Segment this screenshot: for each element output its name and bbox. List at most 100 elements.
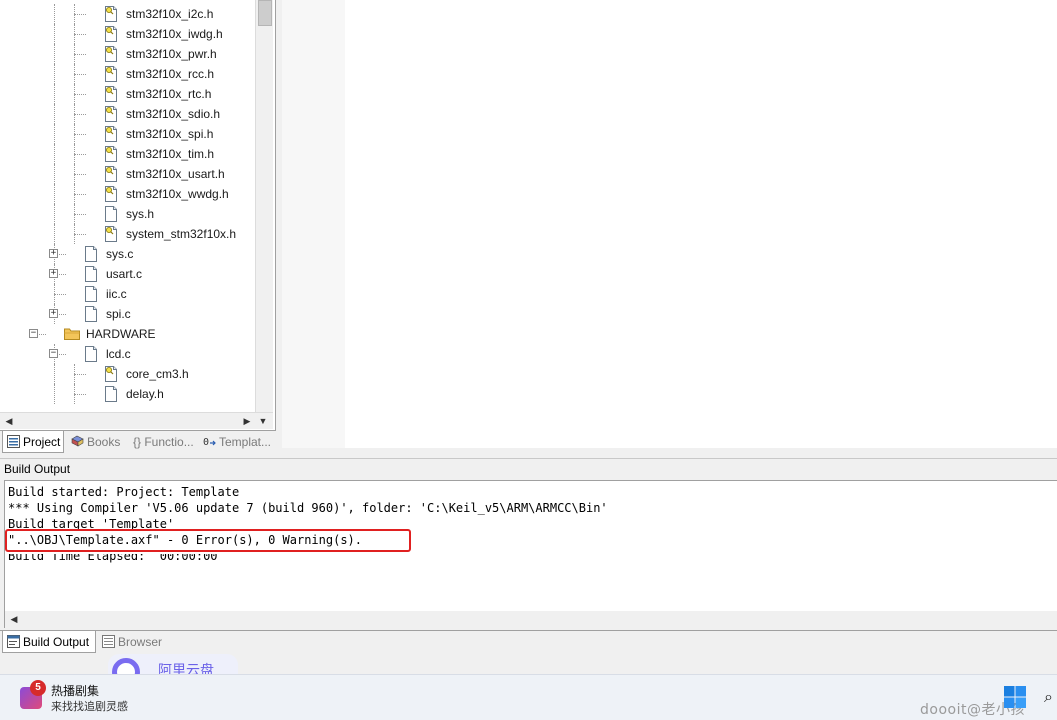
- tab-browser[interactable]: Browser: [98, 631, 168, 653]
- build-output-panel[interactable]: Build started: Project: Template *** Usi…: [4, 480, 1057, 628]
- tree-item-label: stm32f10x_pwr.h: [126, 47, 217, 61]
- tree-item-label: stm32f10x_i2c.h: [126, 7, 214, 21]
- tab-build-output[interactable]: Build Output: [2, 631, 96, 653]
- tree-item[interactable]: core_cm3.h: [0, 364, 256, 384]
- tab-label: Project: [23, 435, 61, 449]
- tree-guide-line: [74, 394, 86, 395]
- windows-taskbar: 5 热播剧集 来找找追剧灵感 doooit@老小孩 ⌕: [0, 674, 1057, 720]
- file-icon: [105, 206, 117, 222]
- widget-subtitle[interactable]: 来找找追剧灵感: [51, 698, 128, 714]
- tree-item[interactable]: stm32f10x_tim.h: [0, 144, 256, 164]
- tree-item[interactable]: + usart.c: [0, 264, 256, 284]
- books-icon: [71, 435, 84, 447]
- build-output-icon: [7, 635, 20, 648]
- build-output-line: Build started: Project: Template: [8, 485, 240, 499]
- tree-item-label: stm32f10x_usart.h: [126, 167, 225, 181]
- expand-icon[interactable]: +: [49, 269, 58, 278]
- tab-label: Browser: [118, 635, 163, 649]
- tree-guide-line: [74, 234, 86, 235]
- tree-item-label: sys.h: [126, 207, 155, 221]
- tree-guide-line: [54, 164, 55, 184]
- tree-guide-line: [74, 34, 86, 35]
- tree-item[interactable]: stm32f10x_rtc.h: [0, 84, 256, 104]
- tab-project[interactable]: Project: [2, 431, 64, 453]
- svg-text:0: 0: [203, 437, 209, 448]
- build-output-line: *** Using Compiler 'V5.06 update 7 (buil…: [8, 501, 608, 515]
- scroll-right-arrow-icon[interactable]: ▶: [240, 413, 254, 429]
- header-file-icon-yellow: [105, 126, 117, 142]
- windows-start-icon[interactable]: [1003, 685, 1027, 709]
- tree-item-label: delay.h: [126, 387, 164, 401]
- tab-label: {} Functio...: [133, 435, 194, 449]
- project-tabs: Project Books {} Functio... 0 Templat...: [0, 430, 276, 454]
- tree-guide-line: [74, 134, 86, 135]
- tree-item[interactable]: stm32f10x_sdio.h: [0, 104, 256, 124]
- tab-templates[interactable]: 0 Templat...: [199, 431, 273, 453]
- tree-item[interactable]: + sys.c: [0, 244, 256, 264]
- tree-item[interactable]: sys.h: [0, 204, 256, 224]
- file-icon: [105, 386, 117, 402]
- tree-item[interactable]: stm32f10x_iwdg.h: [0, 24, 256, 44]
- tree-item-label: stm32f10x_wwdg.h: [126, 187, 229, 201]
- tab-functions[interactable]: {} Functio...: [129, 431, 197, 453]
- tab-label: Books: [87, 435, 121, 449]
- tree-item[interactable]: stm32f10x_rcc.h: [0, 64, 256, 84]
- scroll-left-arrow-icon[interactable]: ◀: [2, 413, 16, 429]
- file-icon: [85, 286, 97, 302]
- tree-guide-line: [54, 64, 55, 84]
- tree-item-label: system_stm32f10x.h: [126, 227, 237, 241]
- tree-item[interactable]: delay.h: [0, 384, 256, 404]
- tree-guide-line: [74, 94, 86, 95]
- tree-item[interactable]: − lcd.c: [0, 344, 256, 364]
- tree-guide-line: [74, 154, 86, 155]
- tree-item-label: stm32f10x_sdio.h: [126, 107, 221, 121]
- tree-item[interactable]: stm32f10x_wwdg.h: [0, 184, 256, 204]
- expand-icon[interactable]: +: [49, 249, 58, 258]
- tree-guide-line: [54, 204, 55, 224]
- tree-item-label: stm32f10x_spi.h: [126, 127, 214, 141]
- tab-label: Build Output: [23, 635, 90, 649]
- tree-item[interactable]: system_stm32f10x.h: [0, 224, 256, 244]
- tree-guide-line: [74, 194, 86, 195]
- file-icon: [85, 246, 97, 262]
- tab-label: Templat...: [219, 435, 272, 449]
- editor-document[interactable]: [345, 0, 1057, 448]
- notification-badge: 5: [30, 680, 46, 696]
- file-icon: [85, 346, 97, 362]
- tree-item-label: core_cm3.h: [126, 367, 189, 381]
- tree-item[interactable]: stm32f10x_i2c.h: [0, 4, 256, 24]
- header-file-icon-yellow: [105, 86, 117, 102]
- project-tree: stm32f10x_i2c.h stm32f10x_iwdg.h stm32f10x…: [0, 4, 256, 404]
- scroll-down-arrow-icon[interactable]: ▼: [256, 413, 270, 429]
- editor-area: [278, 0, 1057, 452]
- tree-item-label: usart.c: [106, 267, 143, 281]
- tree-vertical-scrollbar[interactable]: [255, 0, 273, 412]
- tree-item[interactable]: stm32f10x_usart.h: [0, 164, 256, 184]
- tree-horizontal-scrollbar[interactable]: ◀ ▶ ▼: [0, 412, 273, 429]
- tree-guide-line: [54, 4, 55, 24]
- tree-item[interactable]: iic.c: [0, 284, 256, 304]
- search-icon[interactable]: ⌕: [1044, 689, 1053, 707]
- collapse-icon[interactable]: −: [49, 349, 58, 358]
- header-file-icon-yellow: [105, 106, 117, 122]
- tree-guide-line: [54, 384, 55, 404]
- tree-guide-line: [54, 124, 55, 144]
- tree-item[interactable]: stm32f10x_pwr.h: [0, 44, 256, 64]
- tree-item[interactable]: stm32f10x_spi.h: [0, 124, 256, 144]
- tab-books[interactable]: Books: [67, 431, 127, 453]
- tree-scroll-thumb[interactable]: [258, 0, 272, 26]
- tree-item[interactable]: + spi.c: [0, 304, 256, 324]
- tree-item[interactable]: − HARDWARE: [0, 324, 256, 344]
- expand-icon[interactable]: +: [49, 309, 58, 318]
- tree-guide-line: [74, 174, 86, 175]
- widget-title[interactable]: 热播剧集: [51, 682, 99, 699]
- scroll-left-arrow-icon[interactable]: ◀: [7, 611, 21, 627]
- collapse-icon[interactable]: −: [29, 329, 38, 338]
- header-file-icon-yellow: [105, 66, 117, 82]
- tree-guide-line: [74, 14, 86, 15]
- build-output-horizontal-scrollbar[interactable]: ◀: [5, 611, 1057, 628]
- header-file-icon-yellow: [105, 146, 117, 162]
- template-icon: 0: [203, 437, 216, 448]
- header-file-icon-yellow: [105, 226, 117, 242]
- aliyun-drive-ad[interactable]: 阿里云盘: [108, 654, 238, 676]
